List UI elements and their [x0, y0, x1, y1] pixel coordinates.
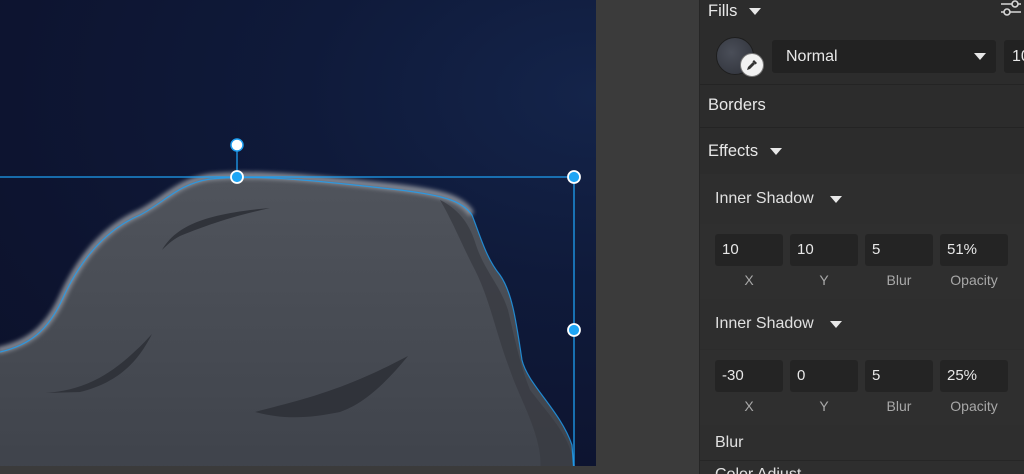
canvas-gutter	[596, 0, 699, 474]
inner-shadow-2-title: Inner Shadow	[715, 315, 814, 332]
inner-shadow-2-header[interactable]: Inner Shadow	[700, 299, 1024, 349]
blur-label: Blur	[886, 272, 912, 288]
effects-title: Effects	[708, 141, 759, 160]
chevron-down-icon	[974, 53, 986, 60]
design-canvas[interactable]	[0, 0, 596, 474]
rotate-handle[interactable]	[230, 138, 244, 152]
rock-shape[interactable]	[0, 177, 576, 474]
inner-shadow-1-fields: 10 10 5 51% X Y Blur Opacity	[700, 224, 1024, 300]
fills-caret-icon[interactable]	[749, 7, 762, 15]
fills-section-header[interactable]: Fills	[700, 0, 1024, 28]
inner-shadow-1-title: Inner Shadow	[715, 190, 814, 207]
inspector-panel: Fills Normal 10 Borders Effects Inner Sh…	[699, 0, 1024, 474]
effects-caret-icon[interactable]	[770, 147, 783, 155]
blur-title: Blur	[715, 433, 744, 451]
canvas-bottom-gutter	[0, 466, 596, 474]
inner-shadow-1-caret-icon[interactable]	[829, 195, 842, 203]
rock-illustration	[0, 138, 581, 474]
x-label: X	[744, 398, 754, 414]
color-adjust-title: Color Adjust	[715, 466, 801, 474]
y-label: Y	[819, 398, 829, 414]
inner-shadow-2-caret-icon[interactable]	[829, 320, 842, 328]
sliders-icon[interactable]	[999, 0, 1023, 18]
blend-mode-select[interactable]: Normal	[772, 40, 996, 73]
inner-shadow-1-x-input[interactable]: 10	[715, 234, 783, 266]
inner-shadow-1-y-input[interactable]: 10	[790, 234, 858, 266]
inner-shadow-1-blur-input[interactable]: 5	[865, 234, 933, 266]
inner-shadow-2-y-input[interactable]: 0	[790, 360, 858, 392]
eyedropper-icon[interactable]	[740, 53, 764, 77]
inner-shadow-2-fields: -30 0 5 25% X Y Blur Opacity	[700, 350, 1024, 426]
fill-opacity-input[interactable]: 10	[1004, 40, 1024, 73]
opacity-label: Opacity	[950, 398, 998, 414]
borders-section-header[interactable]: Borders	[700, 84, 1024, 128]
opacity-label: Opacity	[950, 272, 998, 288]
borders-title: Borders	[708, 96, 766, 114]
x-label: X	[744, 272, 754, 288]
inner-shadow-1-header[interactable]: Inner Shadow	[700, 174, 1024, 224]
inner-shadow-2-blur-input[interactable]: 5	[865, 360, 933, 392]
y-label: Y	[819, 272, 829, 288]
inner-shadow-2-x-input[interactable]: -30	[715, 360, 783, 392]
resize-handle-top-right[interactable]	[567, 170, 581, 184]
blur-label: Blur	[886, 398, 912, 414]
inner-shadow-1-opacity-input[interactable]: 51%	[940, 234, 1008, 266]
blur-effect-header[interactable]: Blur	[700, 425, 1024, 461]
fills-title: Fills	[708, 1, 738, 20]
blend-mode-value: Normal	[786, 47, 838, 65]
resize-handle-top[interactable]	[230, 170, 244, 184]
inner-shadow-2-opacity-input[interactable]: 25%	[940, 360, 1008, 392]
resize-handle-right[interactable]	[567, 323, 581, 337]
effects-section-header[interactable]: Effects	[700, 128, 1024, 174]
color-adjust-header[interactable]: Color Adjust	[700, 461, 1024, 474]
